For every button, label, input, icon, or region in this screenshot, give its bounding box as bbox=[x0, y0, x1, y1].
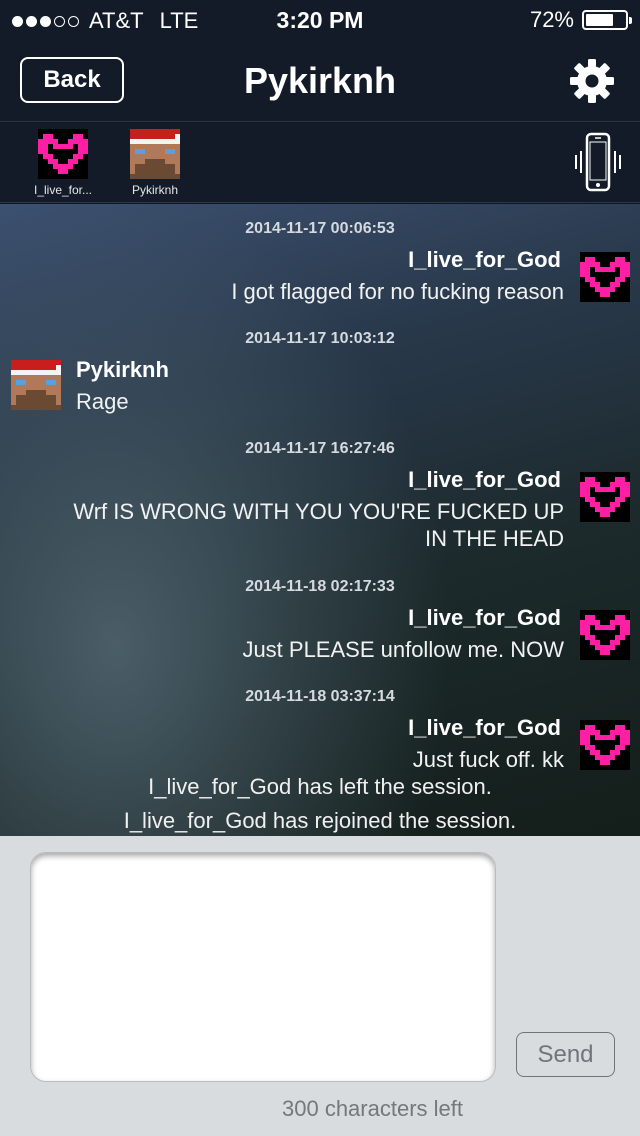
message-timestamp: 2014-11-17 16:27:46 bbox=[245, 440, 395, 457]
pink-heart-avatar[interactable] bbox=[580, 610, 630, 660]
santa-hat-avatar[interactable] bbox=[11, 360, 61, 410]
message-timestamp: 2014-11-18 03:37:14 bbox=[245, 688, 395, 705]
message-sender: I_live_for_God bbox=[408, 715, 561, 740]
back-button[interactable]: Back bbox=[20, 57, 124, 103]
battery-percent: 72% bbox=[529, 7, 574, 32]
status-right: 72% bbox=[529, 7, 632, 33]
participant-pykirknh[interactable]: Pykirknh bbox=[110, 129, 200, 197]
message-text: Just PLEASE unfollow me. NOW bbox=[242, 637, 564, 662]
message-text: Rage bbox=[76, 389, 129, 414]
message-timestamp: 2014-11-17 10:03:12 bbox=[245, 330, 395, 347]
chat-transcript[interactable]: 2014-11-17 00:06:53 I_live_for_God I got… bbox=[0, 204, 640, 836]
message-text-line: IN THE HEAD bbox=[425, 526, 564, 551]
message-composer: Send 300 characters left bbox=[0, 836, 640, 1136]
battery-icon bbox=[582, 10, 632, 30]
character-counter: 300 characters left bbox=[282, 1096, 463, 1121]
system-message: I_live_for_God has rejoined the session. bbox=[123, 808, 517, 833]
message-sender: I_live_for_God bbox=[408, 605, 561, 630]
gear-icon[interactable] bbox=[568, 57, 616, 105]
participant-i-live-for-god[interactable]: I_live_for... bbox=[18, 129, 108, 197]
message-sender: Pykirknh bbox=[76, 357, 169, 382]
pink-heart-avatar[interactable] bbox=[580, 472, 630, 522]
status-bar: AT&T LTE 3:20 PM 72% bbox=[0, 0, 640, 40]
message-text: Just fuck off. kk bbox=[412, 747, 564, 772]
navigation-bar: Back Pykirknh bbox=[0, 40, 640, 122]
pink-heart-avatar[interactable] bbox=[580, 720, 630, 770]
send-button[interactable]: Send bbox=[516, 1032, 615, 1077]
message-timestamp: 2014-11-18 02:17:33 bbox=[245, 578, 395, 595]
participant-name: I_live_for... bbox=[33, 183, 93, 197]
participants-bar: I_live_for... Pykirknh bbox=[0, 123, 640, 203]
phone-vibrate-icon[interactable] bbox=[574, 131, 622, 193]
system-message: I_live_for_God has left the session. bbox=[148, 774, 492, 799]
message-text-line: Wrf IS WRONG WITH YOU YOU'RE FUCKED UP bbox=[73, 499, 564, 524]
message-sender: I_live_for_God bbox=[408, 467, 561, 492]
participant-name: Pykirknh bbox=[131, 183, 178, 197]
message-timestamp: 2014-11-17 00:06:53 bbox=[245, 220, 395, 237]
santa-hat-avatar bbox=[130, 129, 180, 179]
pink-heart-avatar[interactable] bbox=[580, 252, 630, 302]
message-text: I got flagged for no fucking reason bbox=[231, 279, 564, 304]
pink-heart-avatar bbox=[38, 129, 88, 179]
message-sender: I_live_for_God bbox=[408, 247, 561, 272]
message-input[interactable] bbox=[30, 852, 496, 1082]
